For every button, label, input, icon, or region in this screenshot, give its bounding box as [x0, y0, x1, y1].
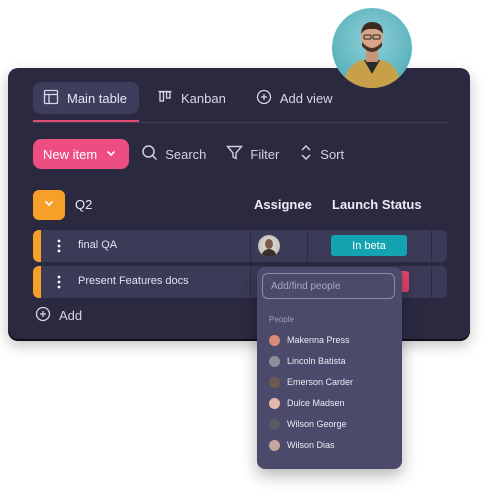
add-view-button[interactable]: Add view	[246, 82, 345, 114]
cell-divider	[250, 230, 251, 262]
tab-kanban-label: Kanban	[180, 90, 226, 106]
item-name[interactable]: Present Features docs	[78, 275, 189, 287]
chevron-down-icon	[43, 196, 55, 214]
sort-label: Sort	[320, 146, 345, 162]
search-button[interactable]: Search	[141, 144, 206, 164]
person-option[interactable]: Wilson George	[269, 415, 347, 433]
filter-icon	[226, 144, 244, 164]
person-name: Makenna Press	[287, 335, 350, 345]
person-option[interactable]: Lincoln Batista	[269, 352, 346, 370]
person-option[interactable]: Wilson Dias	[269, 436, 335, 454]
people-picker-dropdown: People Makenna Press Lincoln Batista Eme…	[257, 267, 402, 469]
drag-handle-icon[interactable]	[57, 274, 61, 290]
new-item-button[interactable]: New item	[33, 139, 130, 169]
avatar	[269, 418, 280, 430]
add-view-label: Add view	[279, 90, 333, 106]
add-item-button[interactable]: Add	[35, 306, 82, 325]
tab-main-table[interactable]: Main table	[33, 82, 139, 114]
column-header-assignee: Assignee	[254, 197, 312, 212]
view-divider	[33, 122, 447, 123]
avatar	[269, 334, 280, 346]
person-option[interactable]: Emerson Carder	[269, 373, 353, 391]
status-badge[interactable]	[401, 271, 409, 292]
filter-label: Filter	[250, 146, 280, 162]
plus-circle-icon	[256, 89, 272, 108]
table-row[interactable]: final QA In beta	[33, 230, 447, 262]
row-color-stripe	[33, 266, 41, 298]
search-icon	[141, 144, 158, 164]
chevron-down-icon	[105, 147, 117, 162]
sort-icon	[299, 144, 313, 164]
status-badge[interactable]: In beta	[331, 235, 407, 256]
person-option[interactable]: Dulce Madsen	[269, 394, 345, 412]
person-name: Wilson Dias	[287, 440, 335, 450]
assignee-avatar[interactable]	[258, 235, 280, 257]
person-name: Emerson Carder	[287, 377, 354, 387]
toolbar: New item Search Filter Sort	[33, 138, 364, 170]
group-collapse-toggle[interactable]	[33, 190, 65, 220]
drag-handle-icon[interactable]	[57, 238, 61, 254]
avatar	[269, 376, 280, 388]
cell-divider	[307, 230, 308, 262]
table-icon	[43, 89, 59, 108]
new-item-label: New item	[43, 146, 98, 162]
search-label: Search	[165, 146, 207, 162]
add-item-label: Add	[59, 308, 83, 323]
column-header-launch-status: Launch Status	[332, 197, 422, 212]
group-title[interactable]: Q2	[75, 197, 92, 212]
filter-button[interactable]: Filter	[226, 144, 279, 164]
people-section-label: People	[269, 315, 294, 324]
tab-kanban[interactable]: Kanban	[147, 82, 238, 114]
avatar	[269, 397, 280, 409]
avatar	[269, 355, 280, 367]
sort-button[interactable]: Sort	[299, 144, 344, 164]
cell-divider	[250, 266, 251, 298]
view-tabs: Main table Kanban Add view	[33, 82, 353, 114]
avatar	[269, 439, 280, 451]
row-color-stripe	[33, 230, 41, 262]
person-option[interactable]: Makenna Press	[269, 331, 350, 349]
person-name: Lincoln Batista	[287, 356, 346, 366]
cell-divider	[431, 230, 432, 262]
person-name: Wilson George	[287, 419, 347, 429]
user-avatar	[332, 8, 412, 88]
plus-circle-icon	[35, 306, 51, 325]
kanban-icon	[157, 89, 173, 108]
item-name[interactable]: final QA	[78, 239, 117, 251]
person-name: Dulce Madsen	[287, 398, 345, 408]
find-people-input[interactable]	[262, 273, 395, 299]
tab-main-table-label: Main table	[67, 90, 127, 106]
cell-divider	[431, 266, 432, 298]
